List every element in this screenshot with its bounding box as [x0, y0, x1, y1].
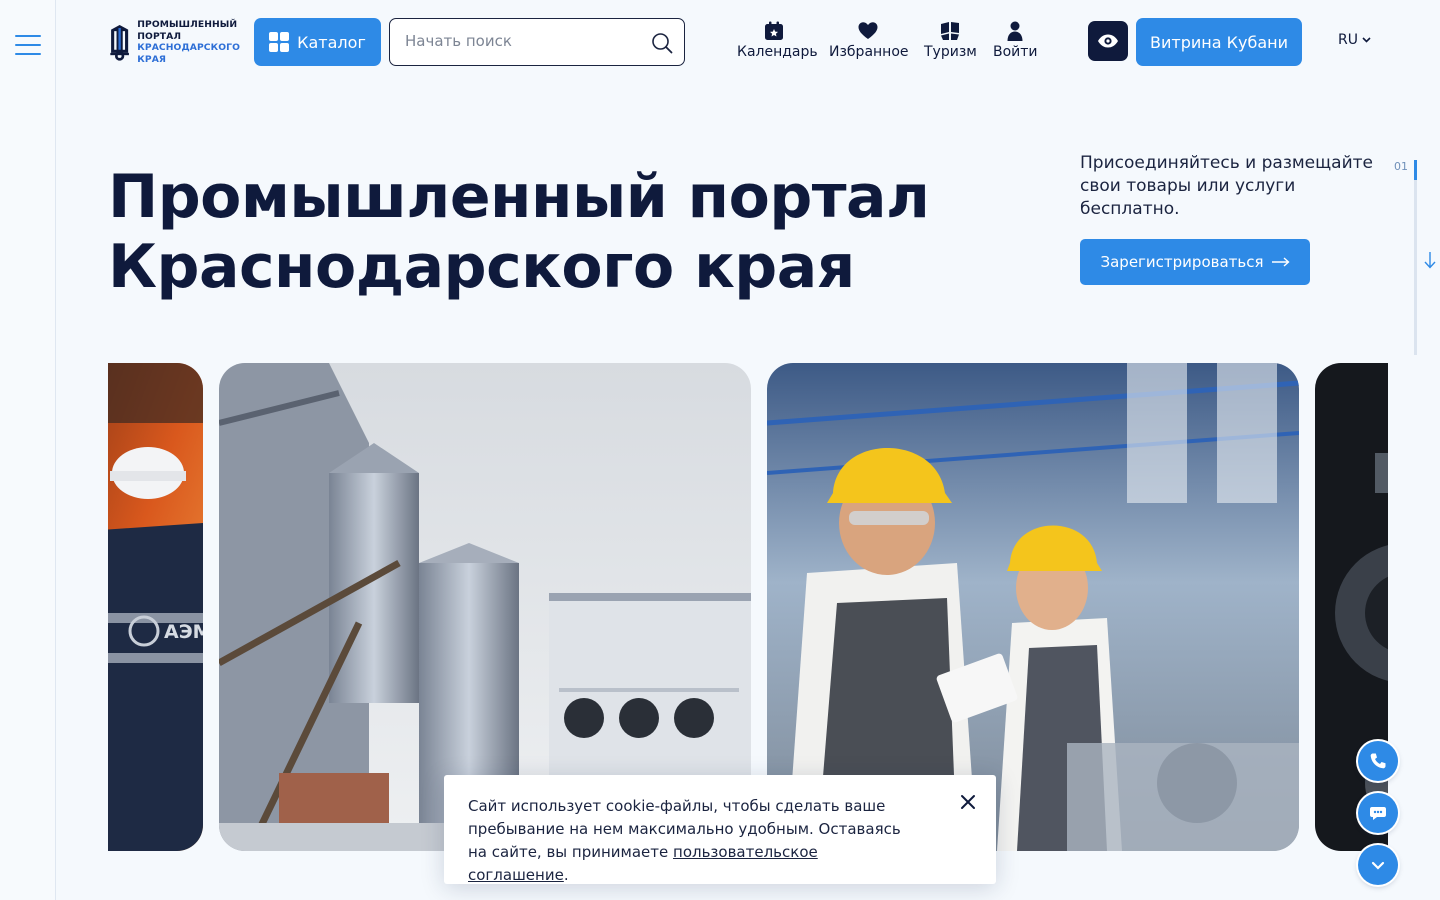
hero-lead-text: Присоединяйтесь и размещайте свои товары…	[1080, 153, 1373, 219]
accessibility-button[interactable]	[1088, 21, 1128, 61]
calendar-icon	[765, 21, 783, 40]
phone-icon	[1370, 753, 1386, 769]
nav-calendar-label: Календарь	[737, 44, 818, 60]
scroll-down-arrow-icon[interactable]	[1422, 250, 1438, 270]
slide-progress-track	[1414, 160, 1417, 355]
page-title-line-2: Краснодарского края	[108, 232, 855, 302]
nav-favorites-label: Избранное	[829, 44, 909, 60]
menu-icon[interactable]	[15, 35, 41, 55]
chevron-down-icon	[1371, 861, 1385, 870]
arrow-right-icon	[1271, 257, 1290, 267]
jacket-logo-text: АЭМ	[164, 621, 203, 643]
chevron-down-icon	[1362, 37, 1371, 43]
slide-progress-thumb	[1414, 160, 1417, 180]
foundry-worker-image: АЭМ	[108, 363, 203, 851]
collapse-contacts-button[interactable]	[1358, 845, 1398, 885]
vitrina-kubani-button[interactable]: Витрина Кубани	[1136, 18, 1302, 66]
heart-icon	[858, 22, 878, 39]
nav-calendar[interactable]: Календарь	[737, 20, 818, 66]
close-icon[interactable]	[960, 794, 976, 810]
left-rail	[0, 0, 56, 900]
search-icon[interactable]	[651, 32, 673, 54]
grid-icon	[269, 32, 290, 52]
cookie-text-end: .	[563, 866, 569, 884]
nav-favorites[interactable]: Избранное	[829, 20, 909, 66]
logo-emblem-icon	[110, 24, 129, 61]
chat-button[interactable]	[1358, 793, 1398, 833]
register-button[interactable]: Зарегистрироваться	[1080, 239, 1310, 285]
language-select[interactable]: RU	[1338, 32, 1371, 48]
page-title: Промышленный портал Краснодарского края	[108, 162, 988, 302]
catalog-button[interactable]: Каталог	[254, 18, 381, 66]
phone-button[interactable]	[1358, 741, 1398, 781]
chat-icon	[1370, 807, 1386, 820]
site-logo[interactable]: ПРОМЫШЛЕННЫЙ ПОРТАЛ КРАСНОДАРСКОГО КРАЯ	[108, 15, 240, 69]
catalog-label: Каталог	[297, 32, 366, 52]
tourism-icon	[941, 22, 959, 40]
cookie-banner: Сайт использует cookie-файлы, чтобы сдел…	[444, 775, 996, 884]
search-input[interactable]	[405, 19, 645, 63]
user-icon	[1007, 21, 1023, 41]
eye-icon	[1098, 34, 1118, 48]
logo-text: ПРОМЫШЛЕННЫЙ ПОРТАЛ КРАСНОДАРСКОГО КРАЯ	[137, 19, 240, 65]
nav-login[interactable]: Войти	[993, 20, 1038, 66]
page-title-line-1: Промышленный портал	[108, 162, 930, 232]
nav-tourism[interactable]: Туризм	[924, 20, 977, 66]
gallery-image-foundry-worker[interactable]: АЭМ	[108, 363, 203, 851]
nav-tourism-label: Туризм	[924, 44, 977, 60]
language-value: RU	[1338, 32, 1358, 48]
register-label: Зарегистрироваться	[1100, 253, 1264, 271]
search-box	[389, 18, 685, 66]
nav-login-label: Войти	[993, 44, 1038, 60]
slide-index: 01	[1394, 160, 1408, 173]
